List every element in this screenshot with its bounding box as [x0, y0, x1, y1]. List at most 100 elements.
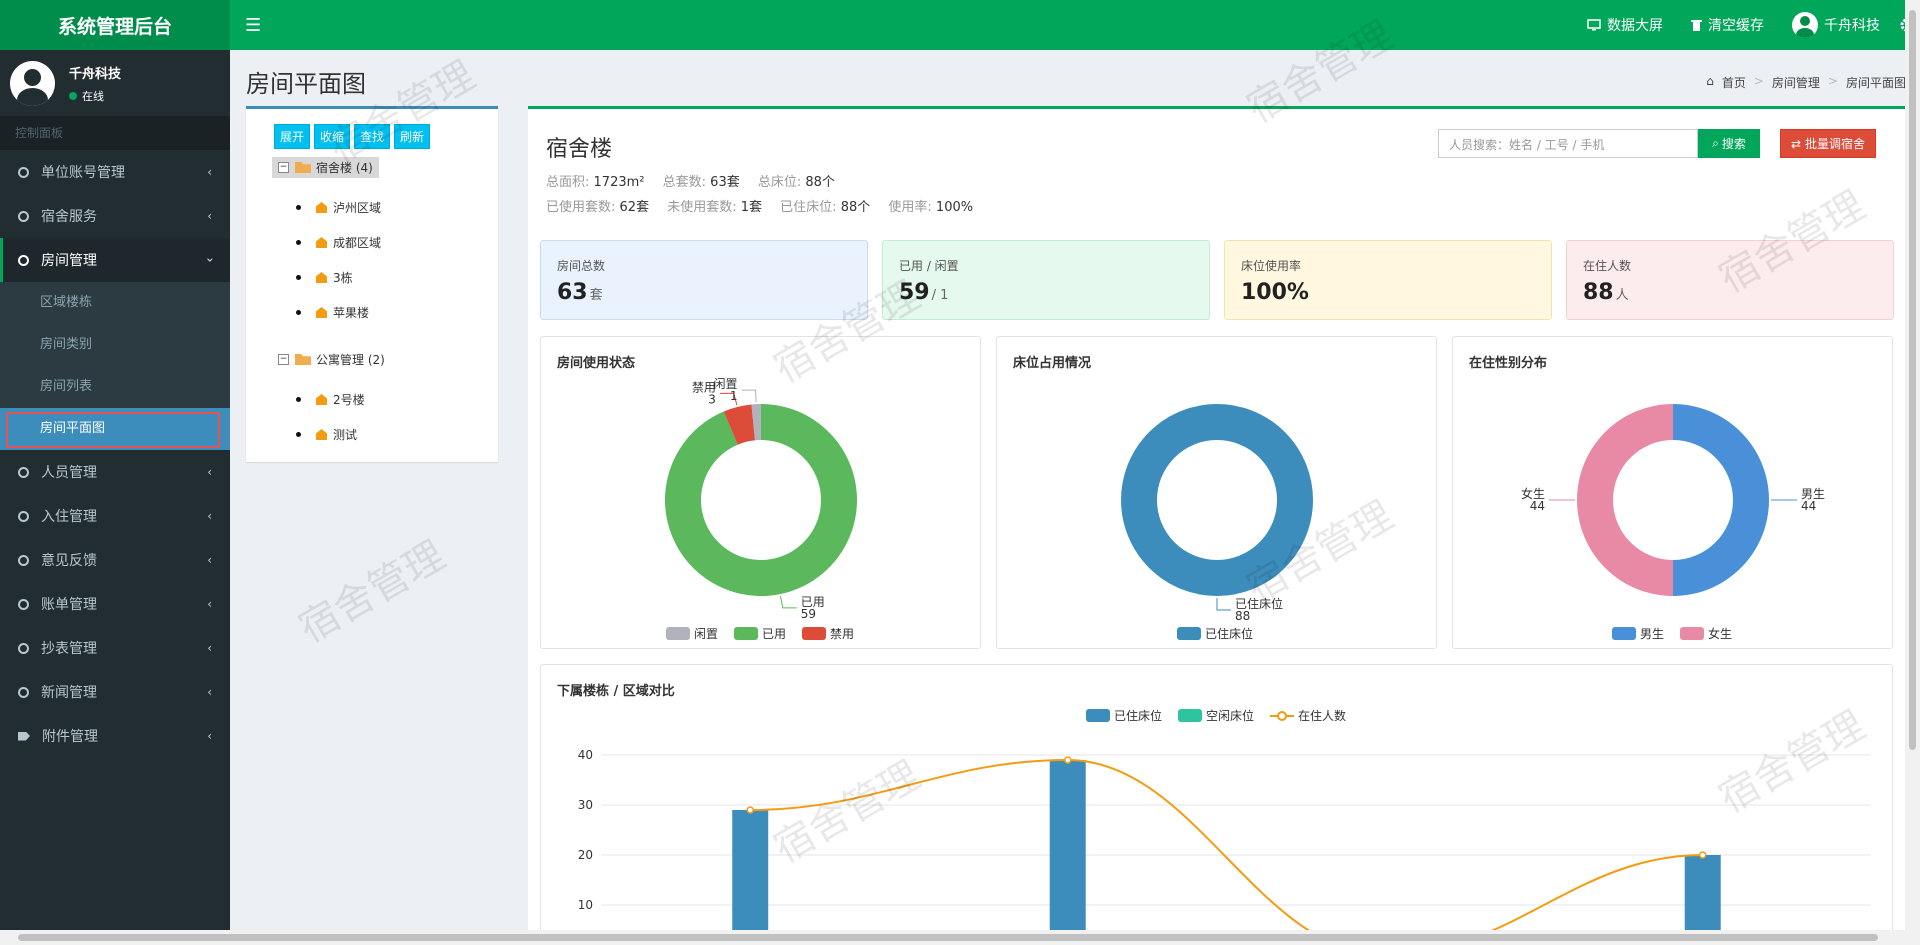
legend-swatch — [802, 627, 826, 640]
circle-icon — [18, 554, 29, 566]
sidebar-item-checkin[interactable]: 入住管理 ‹ — [0, 494, 230, 538]
tree-node-dorm-building[interactable]: − 宿舍楼 (4) — [272, 157, 379, 178]
collapse-toggle-icon[interactable]: − — [278, 354, 289, 365]
legend-label: 空闲床位 — [1206, 708, 1254, 723]
chevron-left-icon: ‹ — [207, 209, 212, 223]
tree-leaf[interactable]: 泸州区域 — [296, 199, 381, 216]
chart-title: 床位占用情况 — [1013, 356, 1092, 371]
collapse-toggle-icon[interactable]: − — [278, 162, 289, 173]
tree-leaf[interactable]: 成都区域 — [296, 234, 381, 251]
card-label: 床位使用率 — [1241, 259, 1302, 273]
sidebar-item-room-management[interactable]: 房间管理 ‹ — [0, 238, 230, 282]
line-point — [1063, 756, 1072, 764]
legend-swatch — [1680, 627, 1704, 640]
y-tick-label: 30 — [578, 798, 593, 812]
submenu-item-floor-plan[interactable]: 房间平面图 — [0, 408, 230, 450]
online-status-label: 在线 — [82, 89, 104, 103]
sidebar-item-unit-accounts[interactable]: 单位账号管理 ‹ — [0, 150, 230, 194]
circle-icon — [18, 510, 29, 522]
tree-node-apartment[interactable]: − 公寓管理 (2) — [278, 351, 385, 368]
breadcrumb-room-management[interactable]: 房间管理 — [1772, 74, 1820, 91]
batch-transfer-button[interactable]: ⇄ 批量调宿舍 — [1780, 129, 1876, 158]
tree-leaf[interactable]: 2号楼 — [296, 391, 365, 408]
card-value: 59 — [899, 280, 930, 305]
card-unit: 套 — [589, 288, 603, 303]
collapse-button[interactable]: 收缩 — [314, 124, 351, 149]
monitor-icon — [1587, 19, 1601, 31]
legend-label: 在住人数 — [1298, 708, 1346, 723]
legend-swatch — [1086, 709, 1110, 722]
sidebar-item-news[interactable]: 新闻管理 ‹ — [0, 670, 230, 714]
circle-icon — [18, 686, 29, 698]
dashboard-icon: ⌂ — [1706, 74, 1714, 88]
stat-value: 1套 — [740, 200, 763, 215]
stat-label: 总套数: — [662, 175, 707, 190]
stat-label: 已住床位: — [780, 200, 837, 215]
card-label: 房间总数 — [557, 259, 606, 273]
menu-toggle-icon[interactable]: ☰ — [245, 15, 261, 36]
stat-card-total-rooms: 房间总数 63 套 — [540, 240, 868, 320]
refresh-button[interactable]: 刷新 — [394, 124, 431, 149]
legend-swatch — [1177, 627, 1201, 640]
scrollbar-thumb[interactable] — [1909, 10, 1916, 750]
submenu-item-room-categories[interactable]: 房间类别 — [0, 324, 230, 366]
find-button[interactable]: 查找 — [354, 124, 391, 149]
breadcrumb: ⌂ 首页 > 房间管理 > 房间平面图 — [1706, 74, 1906, 91]
stat-label: 总床位: — [757, 175, 802, 190]
legend-label: 男生 — [1640, 627, 1664, 641]
line-point — [1698, 851, 1707, 859]
card-value: 88 — [1583, 280, 1614, 305]
expand-button[interactable]: 展开 — [274, 124, 311, 149]
search-button[interactable]: ⌕ 搜索 — [1698, 129, 1760, 158]
building-compare-chart-panel: 下属楼栋 / 区域对比 10 20 30 40 已住床位 空闲床位 在住人数 — [540, 664, 1893, 945]
sidebar-item-personnel[interactable]: 人员管理 ‹ — [0, 450, 230, 494]
building-icon — [316, 202, 327, 213]
trash-icon — [1691, 20, 1702, 31]
chevron-left-icon: ‹ — [207, 509, 212, 523]
data-screen-link[interactable]: 数据大屏 — [1573, 0, 1677, 50]
line-series — [750, 758, 1703, 945]
tree-leaf-label: 成都区域 — [333, 236, 382, 250]
app-logo[interactable]: 系统管理后台 — [0, 0, 230, 50]
building-compare-chart: 10 20 30 40 已住床位 空闲床位 在住人数 — [578, 708, 1871, 945]
tree-leaf[interactable]: 3栋 — [296, 269, 353, 286]
submenu-item-room-list[interactable]: 房间列表 — [0, 366, 230, 408]
bar — [732, 810, 769, 945]
donut-slice — [1673, 404, 1769, 596]
bullet-icon — [296, 432, 301, 437]
breadcrumb-current: 房间平面图 — [1845, 76, 1906, 90]
exchange-icon: ⇄ — [1790, 136, 1802, 151]
page-title: 房间平面图 — [246, 70, 366, 98]
tree-leaf[interactable]: 苹果楼 — [296, 304, 369, 321]
tree-leaf-label: 2号楼 — [333, 393, 365, 407]
data-screen-label: 数据大屏 — [1607, 18, 1663, 34]
gender-donut-chart: 男生44女生44男生 女生 — [1521, 404, 1825, 641]
breadcrumb-home[interactable]: 首页 — [1722, 74, 1746, 91]
sidebar-item-meter-reading[interactable]: 抄表管理 ‹ — [0, 626, 230, 670]
legend-swatch — [1178, 709, 1202, 722]
search-icon: ⌕ — [1712, 136, 1719, 150]
chevron-left-icon: ‹ — [207, 685, 212, 699]
card-value: 63 — [557, 280, 588, 305]
sidebar-item-feedback[interactable]: 意见反馈 ‹ — [0, 538, 230, 582]
stat-card-bed-usage: 床位使用率 100% — [1224, 240, 1552, 320]
tags-icon — [18, 731, 30, 741]
scrollbar-thumb[interactable] — [18, 934, 1878, 941]
user-menu[interactable]: 千舟科技 — [1778, 0, 1894, 50]
clear-cache-link[interactable]: 清空缓存 — [1677, 0, 1778, 50]
sidebar: 千舟科技 在线 控制面板 单位账号管理 ‹ 宿舍服务 ‹ 房间管理 ‹ 区域楼栋 房间… — [0, 50, 230, 945]
sidebar-item-billing[interactable]: 账单管理 ‹ — [0, 582, 230, 626]
sidebar-item-dorm-service[interactable]: 宿舍服务 ‹ — [0, 194, 230, 238]
tree-leaf[interactable]: 测试 — [296, 426, 357, 443]
sidebar-item-attachments[interactable]: 附件管理 ‹ — [0, 714, 230, 758]
vertical-scrollbar[interactable] — [1905, 0, 1920, 945]
circle-icon — [18, 210, 29, 222]
sidebar-item-label: 房间管理 — [41, 253, 97, 269]
submenu-item-area-buildings[interactable]: 区域楼栋 — [0, 282, 230, 324]
stat-value: 100% — [935, 200, 974, 215]
room-status-chart-panel: 房间使用状态 已用 59 禁用 3 闲置 1 闲置 已用 禁用 — [540, 336, 981, 649]
person-search-input[interactable]: 人员搜索：姓名 / 工号 / 手机 — [1438, 129, 1698, 158]
card-value: 100% — [1241, 280, 1309, 305]
horizontal-scrollbar[interactable] — [0, 930, 1905, 945]
tree-node-label: 公寓管理 (2) — [316, 353, 385, 367]
